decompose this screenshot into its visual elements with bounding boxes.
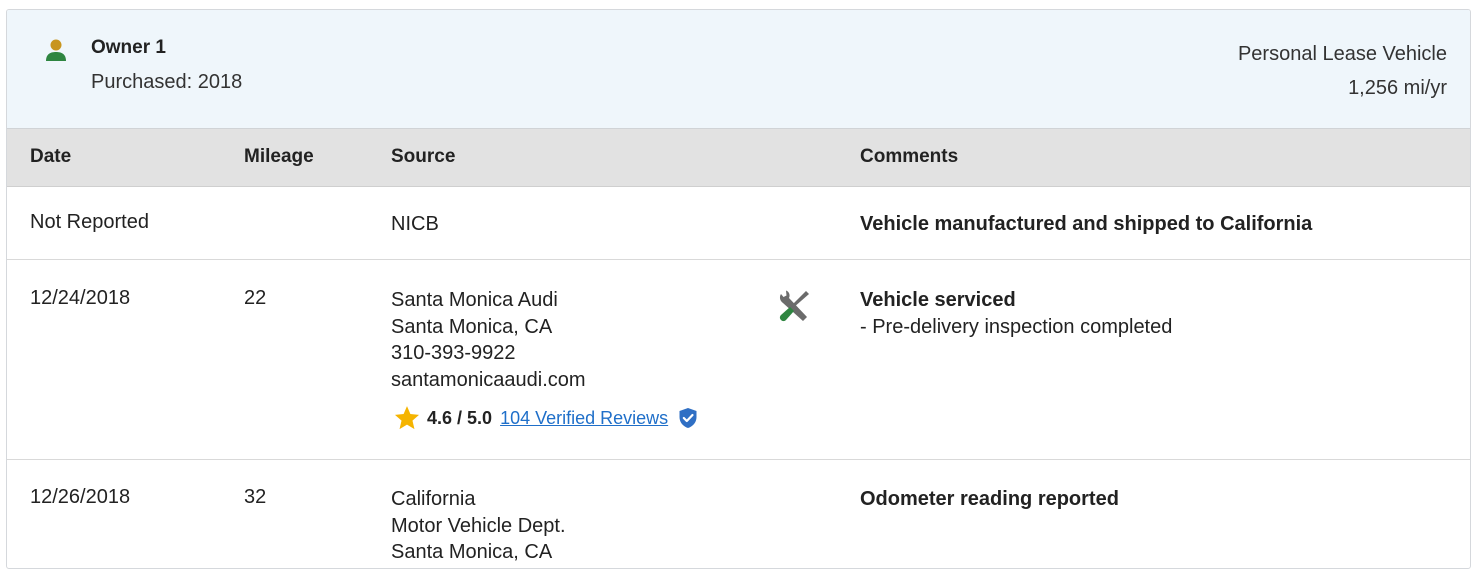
verified-reviews-link[interactable]: 104 Verified Reviews: [500, 408, 668, 429]
header-mileage: Mileage: [244, 146, 314, 167]
row-date: 12/24/2018: [30, 287, 131, 309]
table-row: Not Reported NICB Vehicle manufactured a…: [7, 187, 1470, 260]
service-tools-icon: [779, 290, 809, 322]
comment-title: Vehicle manufactured and shipped to Cali…: [860, 213, 1313, 235]
row-comments: Odometer reading reported: [860, 486, 1119, 513]
source-location: Santa Monica, CA: [391, 315, 553, 338]
rating-score: 4.6 / 5.0: [427, 407, 493, 428]
header-date: Date: [30, 146, 72, 167]
owner-header: Owner 1 Purchased: 2018 Personal Lease V…: [7, 10, 1470, 129]
row-source: Santa Monica Audi Santa Monica, CA 310-3…: [391, 287, 586, 393]
row-source: California Motor Vehicle Dept. Santa Mon…: [391, 486, 566, 566]
row-mileage: 22: [244, 287, 267, 309]
owner-summary: Personal Lease Vehicle 1,256 mi/yr: [1238, 37, 1447, 105]
mileage-per-year: 1,256 mi/yr: [1348, 77, 1447, 99]
owner-history-card: Owner 1 Purchased: 2018 Personal Lease V…: [6, 9, 1471, 569]
owner-purchased: Purchased: 2018: [91, 71, 243, 93]
table-row: 12/26/2018 32 California Motor Vehicle D…: [7, 460, 1470, 568]
row-comments: Vehicle serviced - Pre-delivery inspecti…: [860, 287, 1172, 340]
row-date: 12/26/2018: [30, 486, 131, 508]
comment-title: Odometer reading reported: [860, 488, 1119, 510]
verified-shield-icon: [679, 408, 697, 428]
header-comments: Comments: [860, 146, 959, 167]
person-icon: [46, 39, 66, 61]
source-line: NICB: [391, 213, 439, 235]
header-source: Source: [391, 146, 456, 167]
vehicle-type: Personal Lease Vehicle: [1237, 43, 1447, 65]
comment-detail: - Pre-delivery inspection completed: [860, 315, 1173, 338]
source-website: santamonicaaudi.com: [391, 368, 586, 391]
row-date: Not Reported: [30, 211, 149, 233]
comment-title: Vehicle serviced: [860, 289, 1016, 311]
dealer-rating: 4.6 / 5.0 104 Verified Reviews: [393, 404, 698, 432]
source-name: Santa Monica Audi: [391, 289, 558, 311]
table-row: 12/24/2018 22 Santa Monica Audi Santa Mo…: [7, 260, 1470, 460]
source-line: California: [391, 488, 476, 510]
source-line: Motor Vehicle Dept.: [391, 514, 566, 537]
source-line: Santa Monica, CA: [391, 541, 553, 563]
owner-title: Owner 1: [91, 37, 166, 58]
row-comments: Vehicle manufactured and shipped to Cali…: [860, 211, 1312, 238]
source-phone: 310-393-9922: [391, 342, 516, 364]
table-header: Date Mileage Source Comments: [7, 129, 1470, 187]
star-icon: [394, 406, 420, 430]
row-source: NICB: [391, 211, 439, 238]
row-mileage: 32: [244, 486, 267, 508]
